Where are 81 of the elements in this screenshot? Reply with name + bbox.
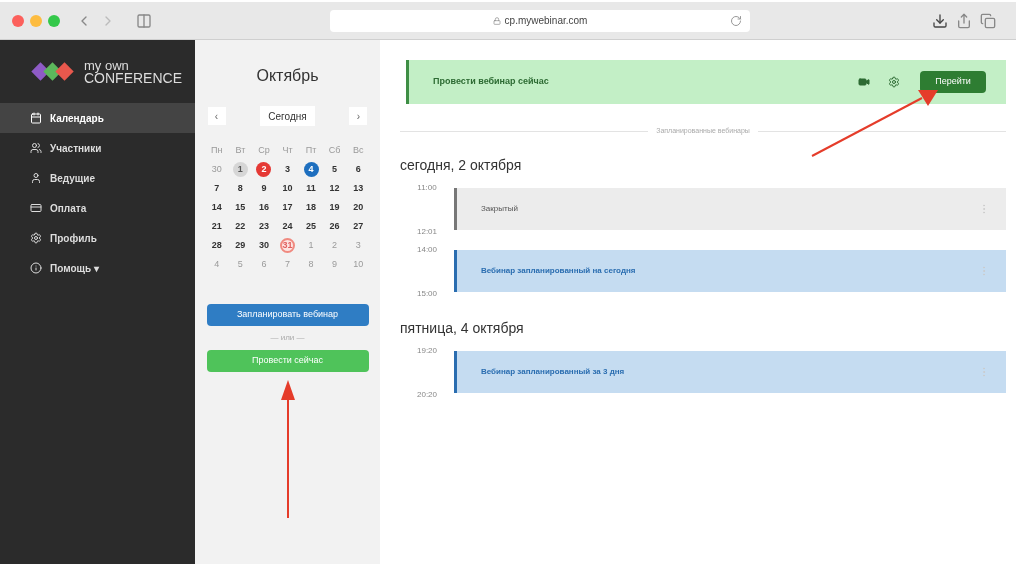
end-time: 15:00: [417, 287, 437, 300]
event-title: Закрытый: [481, 202, 518, 215]
calendar-day[interactable]: 16: [256, 200, 272, 215]
weekday-label: Вс: [352, 144, 364, 157]
address-bar[interactable]: cp.mywebinar.com: [330, 9, 750, 32]
settings-icon: [30, 232, 42, 244]
calendar-day[interactable]: 14: [209, 200, 225, 215]
calendar-day[interactable]: 4: [303, 162, 319, 177]
start-time: 14:00: [417, 243, 437, 256]
calendar-day[interactable]: 24: [280, 219, 295, 234]
calendar-day[interactable]: 11: [303, 181, 319, 196]
calendar-day[interactable]: 17: [280, 200, 295, 215]
calendar-day[interactable]: 25: [303, 219, 319, 234]
day-heading: пятница, 4 октября: [400, 318, 525, 338]
event-title: Вебинар запланированный на сегодня: [481, 264, 636, 277]
calendar-day[interactable]: 28: [209, 238, 225, 253]
reload-icon[interactable]: [730, 14, 742, 27]
calendar-day[interactable]: 23: [256, 219, 272, 234]
banner-text: Провести вебинар сейчас: [433, 75, 549, 89]
calendar-day[interactable]: 20: [350, 200, 366, 215]
weekday-label: Чт: [282, 144, 293, 157]
logo-icon: [30, 61, 76, 82]
sidebar-item[interactable]: Календарь: [0, 103, 195, 133]
calendar-day[interactable]: 26: [327, 219, 343, 234]
end-time: 20:20: [417, 388, 437, 401]
calendar-day[interactable]: 10: [280, 181, 295, 196]
calendar-day[interactable]: 27: [350, 219, 366, 234]
calendar-day[interactable]: 30: [256, 238, 272, 253]
weekday-label: Сб: [328, 144, 341, 157]
user-icon: [30, 172, 42, 184]
weekday-label: Пн: [211, 144, 223, 157]
calendar-day[interactable]: 19: [327, 200, 343, 215]
calendar-day[interactable]: 9: [256, 181, 272, 196]
webinar-event-card[interactable]: Вебинар запланированный на сегодня: [454, 249, 1006, 292]
calendar-day[interactable]: 13: [350, 181, 366, 196]
calendar-day[interactable]: 12: [327, 181, 343, 196]
calendar-day[interactable]: 1: [232, 162, 248, 177]
calendar-day[interactable]: 15: [232, 200, 248, 215]
card-icon: [30, 202, 42, 214]
calendar-icon: [30, 112, 42, 124]
calendar-day[interactable]: 5: [327, 162, 343, 177]
info-icon: [30, 262, 42, 274]
calendar-day[interactable]: 3: [280, 162, 295, 177]
sidebar-toggle-icon[interactable]: [136, 12, 152, 29]
calendar-day[interactable]: 29: [232, 238, 248, 253]
start-time: 19:20: [417, 344, 437, 357]
calendar-day[interactable]: 6: [350, 162, 366, 177]
webinar-event-card[interactable]: Закрытый: [454, 187, 1006, 230]
tabs-icon[interactable]: [980, 12, 996, 29]
sidebar-item[interactable]: Участники: [0, 133, 195, 163]
sidebar-item[interactable]: Ведущие: [0, 163, 195, 193]
webinar-event-card[interactable]: Вебинар запланированный за 3 дня: [454, 350, 1006, 393]
start-time: 11:00: [417, 181, 437, 194]
sidebar-item[interactable]: Профиль: [0, 223, 195, 253]
logo-text: my own: [84, 58, 129, 72]
calendar-day[interactable]: 22: [232, 219, 248, 234]
download-icon[interactable]: [932, 12, 948, 29]
month-title: Октябрь: [256, 66, 319, 86]
today-button[interactable]: Сегодня: [260, 106, 315, 126]
weekday-label: Ср: [258, 144, 270, 157]
weekday-label: Пт: [305, 144, 317, 157]
prev-month-button[interactable]: ‹: [207, 107, 226, 125]
video-camera-icon[interactable]: [858, 76, 870, 88]
calendar-day[interactable]: 7: [209, 181, 225, 196]
next-month-button[interactable]: ›: [349, 107, 368, 125]
weekday-label: Вт: [235, 144, 246, 157]
lock-icon: [492, 16, 501, 25]
sidebar-item[interactable]: Оплата: [0, 193, 195, 223]
calendar-day[interactable]: 18: [303, 200, 319, 215]
users-icon: [30, 142, 42, 154]
calendar-day[interactable]: 21: [209, 219, 225, 234]
settings-icon[interactable]: [888, 76, 900, 88]
sidebar-item[interactable]: Помощь ▾: [0, 253, 195, 283]
calendar-day[interactable]: 2: [256, 162, 272, 177]
end-time: 12:01: [417, 225, 437, 238]
share-icon[interactable]: [956, 12, 972, 29]
schedule-webinar-button[interactable]: Запланировать вебинар: [206, 304, 369, 326]
go-button[interactable]: Перейти: [920, 71, 986, 93]
calendar-day[interactable]: 8: [232, 181, 248, 196]
event-title: Вебинар запланированный за 3 дня: [481, 365, 625, 378]
day-heading: сегодня, 2 октября: [400, 155, 523, 175]
